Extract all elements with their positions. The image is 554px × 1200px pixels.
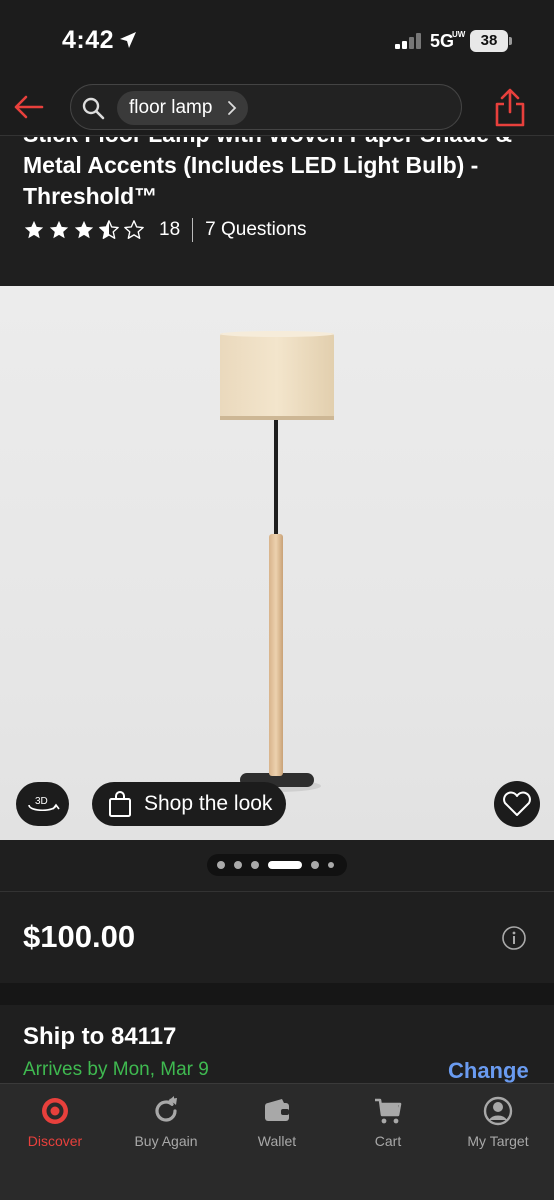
search-query-text: floor lamp — [129, 97, 213, 118]
status-time: 4:42 — [62, 26, 115, 54]
floor-lamp-image — [220, 331, 334, 792]
shopping-bag-icon — [109, 791, 131, 817]
product-title: Stick Floor Lamp with Woven Paper Shade … — [23, 137, 512, 209]
network-sub-label: UW — [452, 30, 466, 39]
star-full-icon — [24, 220, 44, 239]
carousel-dots[interactable] — [207, 854, 347, 876]
rating-row[interactable]: 18 7 Questions — [23, 217, 307, 243]
rating-divider — [192, 218, 194, 242]
tab-label: Discover — [27, 1133, 83, 1149]
carousel-indicator-area — [0, 840, 554, 892]
back-arrow-icon[interactable] — [10, 88, 48, 126]
top-nav-bar: floor lamp — [0, 78, 554, 136]
ship-to-title: Ship to 84117 — [23, 1023, 177, 1050]
bottom-tab-bar: Discover Buy Again Wallet Cart My Target — [0, 1083, 554, 1200]
tab-buy-again[interactable]: Buy Again — [111, 1084, 221, 1164]
tab-my-target[interactable]: My Target — [443, 1084, 553, 1164]
search-bar[interactable]: floor lamp — [70, 84, 462, 130]
carousel-dot-active[interactable] — [268, 861, 302, 869]
arrival-date: Arrives by Mon, Mar 9 — [23, 1059, 209, 1080]
questions-link[interactable]: 7 Questions — [205, 219, 306, 241]
change-zip-link[interactable]: Change — [448, 1058, 529, 1083]
product-image-gallery[interactable]: 3D Shop the look — [0, 286, 554, 840]
star-full-icon — [74, 220, 94, 239]
star-full-icon — [49, 220, 69, 239]
share-icon[interactable] — [492, 86, 528, 128]
tab-wallet[interactable]: Wallet — [222, 1084, 332, 1164]
signal-icon — [395, 33, 421, 49]
shop-the-look-button[interactable]: Shop the look — [92, 782, 287, 826]
product-header: Stick Floor Lamp with Woven Paper Shade … — [0, 137, 554, 286]
tab-label: My Target — [467, 1133, 529, 1149]
refresh-icon — [155, 1096, 177, 1122]
status-bar: 4:42 5G UW 38 — [0, 0, 554, 78]
carousel-dot[interactable] — [311, 861, 319, 869]
cart-icon — [375, 1098, 402, 1124]
carousel-dot[interactable] — [328, 862, 334, 868]
star-half-icon — [99, 220, 119, 239]
carousel-dot[interactable] — [251, 861, 259, 869]
network-label: 5G — [430, 31, 455, 51]
section-separator — [0, 983, 554, 1005]
wallet-icon — [265, 1099, 289, 1121]
view-3d-button[interactable]: 3D — [16, 782, 69, 826]
svg-text:3D: 3D — [35, 796, 48, 807]
price: $100.00 — [23, 919, 136, 954]
3d-rotate-icon: 3D — [28, 796, 60, 812]
chevron-right-icon — [228, 101, 237, 115]
tab-label: Wallet — [257, 1133, 297, 1149]
tab-label: Cart — [374, 1133, 402, 1149]
location-arrow-icon — [120, 32, 136, 48]
heart-icon — [503, 791, 531, 816]
carousel-dot[interactable] — [234, 861, 242, 869]
user-circle-icon — [483, 1096, 513, 1126]
tab-cart[interactable]: Cart — [333, 1084, 443, 1164]
star-rating — [23, 219, 145, 241]
info-icon[interactable] — [501, 925, 527, 951]
shop-the-look-label: Shop the look — [144, 792, 273, 815]
review-count[interactable]: 18 — [159, 219, 180, 241]
tab-discover[interactable]: Discover — [0, 1084, 110, 1164]
star-empty-icon — [124, 220, 144, 239]
carousel-dot[interactable] — [217, 861, 225, 869]
price-section: $100.00 — [0, 893, 554, 983]
search-query-chip[interactable]: floor lamp — [117, 91, 249, 125]
battery-indicator: 38 — [470, 30, 508, 52]
shipping-section: Ship to 84117 Arrives by Mon, Mar 9 Chan… — [0, 1005, 554, 1083]
target-bullseye-icon — [42, 1098, 68, 1124]
tab-label: Buy Again — [134, 1133, 198, 1149]
battery-tip — [509, 37, 512, 45]
favorite-button[interactable] — [494, 781, 540, 827]
search-icon — [82, 97, 105, 120]
